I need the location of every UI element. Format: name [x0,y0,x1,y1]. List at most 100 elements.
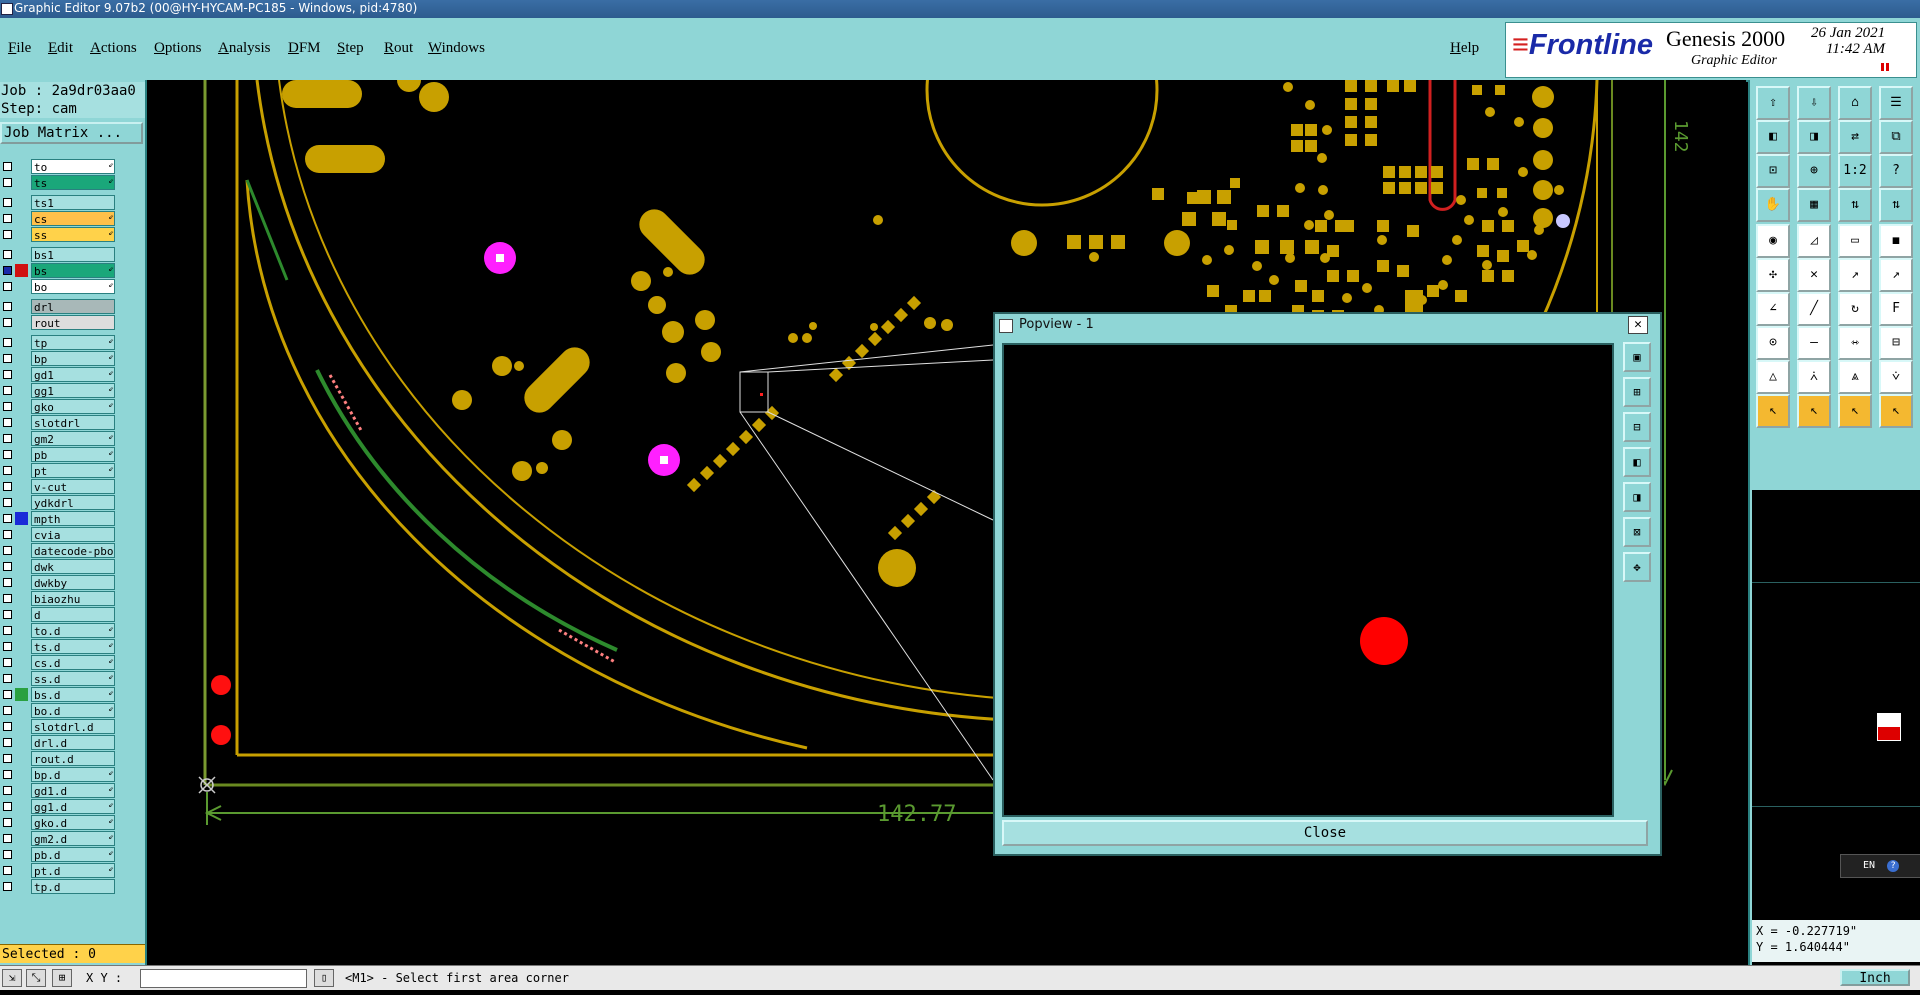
layer-checkbox[interactable] [3,434,12,443]
layer-checkbox[interactable] [3,338,12,347]
zoom-all-icon[interactable]: ⊕ [1797,154,1831,188]
copy-icon[interactable]: ⊟ [1879,326,1913,360]
layer-checkbox[interactable] [3,802,12,811]
layer-name[interactable]: ts [31,175,115,190]
layer-checkbox[interactable] [3,386,12,395]
layer-color-indicator[interactable] [15,248,28,261]
layer-color-indicator[interactable] [15,160,28,173]
layer-name[interactable]: gd1 [31,367,115,382]
layer-color-indicator[interactable] [15,212,28,225]
layer-row[interactable]: pt ⇙ [0,463,118,478]
menu-step[interactable]: Step [337,40,364,57]
layer-row[interactable]: tp ⇙ [0,335,118,350]
pointer4-icon[interactable]: ↖ [1879,394,1913,428]
layer-checkbox[interactable] [3,318,12,327]
popview-pan-right-icon[interactable]: ◨ [1623,482,1651,512]
layer-row[interactable]: v-cut [0,479,118,494]
help-icon[interactable]: ? [1887,860,1900,872]
layer-name[interactable]: cs [31,211,115,226]
layer-row[interactable]: gm2 ⇙ [0,431,118,446]
layer-color-indicator[interactable] [15,784,28,797]
layer-color-indicator[interactable] [15,176,28,189]
layer-name[interactable]: ss.d [31,671,115,686]
layer-row[interactable]: pt.d ⇙ [0,863,118,878]
layer-name[interactable]: dwkby [31,575,115,590]
layer-color-indicator[interactable] [15,560,28,573]
layer-checkbox[interactable] [3,230,12,239]
triangle2-icon[interactable]: ⩑ [1797,360,1831,394]
layer-color-indicator[interactable] [15,624,28,637]
hand-icon[interactable]: ✋ [1756,188,1790,222]
layer-color-indicator[interactable] [15,752,28,765]
connect-icon[interactable]: ↗ [1879,258,1913,292]
layer-row[interactable]: cvia [0,527,118,542]
drill-pad-icon[interactable]: ◉ [1756,224,1790,258]
layer-checkbox[interactable] [3,562,12,571]
layer-name[interactable]: bp.d [31,767,115,782]
help-query-icon[interactable]: ? [1879,154,1913,188]
layer-color-indicator[interactable] [15,336,28,349]
layer-row[interactable]: tp.d [0,879,118,894]
layer-color-indicator[interactable] [15,416,28,429]
layer-name[interactable]: gg1.d [31,799,115,814]
layer-row[interactable]: to.d ⇙ [0,623,118,638]
layer-color-indicator[interactable] [15,832,28,845]
layer-color-indicator[interactable] [15,228,28,241]
cross-icon[interactable]: ✕ [1797,258,1831,292]
layer-row[interactable]: slotdrl [0,415,118,430]
select-filter-icon[interactable]: ⇅ [1838,188,1872,222]
layer-checkbox[interactable] [3,402,12,411]
layer-row[interactable]: cs.d ⇙ [0,655,118,670]
layer-checkbox[interactable] [3,642,12,651]
layer-checkbox[interactable] [3,514,12,523]
layer-checkbox[interactable] [3,530,12,539]
layer-checkbox[interactable] [3,722,12,731]
layer-name[interactable]: rout.d [31,751,115,766]
curve-icon[interactable]: ↻ [1838,292,1872,326]
layer-name[interactable]: cvia [31,527,115,542]
layer-name[interactable]: datecode-pbo [31,543,115,558]
layer-row[interactable]: bs ⇙ [0,263,118,278]
triangle4-icon[interactable]: ⩒ [1879,360,1913,394]
shapes-icon[interactable]: ⊙ [1756,326,1790,360]
layer-up-icon[interactable]: ⇧ [1756,86,1790,120]
layer-checkbox[interactable] [3,818,12,827]
layer-row[interactable]: drl.d [0,735,118,750]
layer-row[interactable]: slotdrl.d [0,719,118,734]
layer-checkbox[interactable] [3,738,12,747]
layer-row[interactable]: rout [0,315,118,330]
layer-row[interactable]: bp ⇙ [0,351,118,366]
popview-zoom-out-icon[interactable]: ⊟ [1623,412,1651,442]
layer-checkbox[interactable] [3,594,12,603]
layer-name[interactable]: mpth [31,511,115,526]
layer-row[interactable]: d [0,607,118,622]
popview-zoom-fit-icon[interactable]: ▣ [1623,342,1651,372]
scale-1-2-icon[interactable]: 1:2 [1838,154,1872,188]
layer-checkbox[interactable] [3,354,12,363]
layer-name[interactable]: bs [31,263,115,278]
layer-name[interactable]: bs1 [31,247,115,262]
layer-color-indicator[interactable] [15,280,28,293]
menu-file[interactable]: File [8,40,31,57]
layer-checkbox[interactable] [3,546,12,555]
layer-row[interactable]: ss.d ⇙ [0,671,118,686]
layer-name[interactable]: ts1 [31,195,115,210]
layer-row[interactable]: bo ⇙ [0,279,118,294]
pointer2-icon[interactable]: ↖ [1797,394,1831,428]
menu-windows[interactable]: Windows [428,40,485,57]
layer-color-indicator[interactable] [15,316,28,329]
layer-checkbox[interactable] [3,162,12,171]
layer-color-indicator[interactable] [15,528,28,541]
layer-row[interactable]: ydkdrl [0,495,118,510]
layer-name[interactable]: gko.d [31,815,115,830]
layer-color-indicator[interactable] [15,544,28,557]
layer-color-indicator[interactable] [15,480,28,493]
menu-options[interactable]: Options [154,40,202,57]
pointer-icon[interactable]: ↖ [1756,394,1790,428]
snap-icon[interactable]: ⇲ [2,969,22,987]
grid-icon[interactable]: ▦ [1797,188,1831,222]
layer-checkbox[interactable] [3,214,12,223]
layer-name[interactable]: pt.d [31,863,115,878]
layer-row[interactable]: pb ⇙ [0,447,118,462]
layer-row[interactable]: gg1 ⇙ [0,383,118,398]
